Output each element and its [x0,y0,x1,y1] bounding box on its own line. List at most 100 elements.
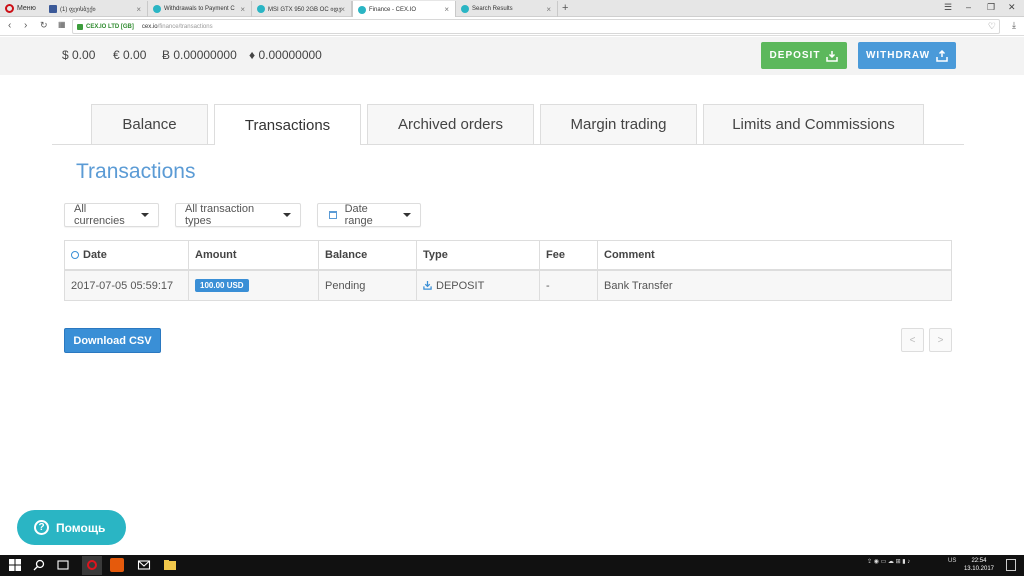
browser-tab[interactable]: MSI GTX 950 2GB OC იდე × [252,1,352,17]
help-button[interactable]: ? Помощь [17,510,126,545]
withdraw-button[interactable]: WITHDRAW [858,42,956,69]
app-icon[interactable] [110,558,124,572]
certificate-label: CEX.IO LTD [GB] [86,23,134,30]
tab-balance[interactable]: Balance [91,104,208,144]
tray-icons[interactable]: ⇪ ◉ ▭ ☁ ⊞ ▮ ♪ [867,558,910,565]
sort-clock-icon [71,251,79,259]
upload-tray-icon [936,49,948,62]
reload-icon[interactable]: ↻ [40,20,48,31]
facebook-icon [49,5,57,13]
cell-comment: Bank Transfer [604,279,673,292]
tabs-divider [52,144,964,145]
new-tab-icon[interactable]: + [562,1,568,15]
browser-tab[interactable]: Withdrawals to Payment C × [148,1,252,17]
tab-transactions[interactable]: Transactions [214,104,361,145]
windows-start-icon[interactable] [8,558,22,572]
minimize-icon[interactable]: – [966,2,971,12]
type-filter-dropdown[interactable]: All transaction types [175,203,301,227]
tab-label: Withdrawals to Payment C [164,6,235,12]
tab-menu-icon[interactable]: ☰ [944,2,952,13]
close-tab-icon[interactable]: × [340,5,345,14]
speed-dial-icon[interactable]: ▦ [58,20,66,29]
eur-balance: € 0.00 [113,48,147,62]
question-icon: ? [34,520,49,535]
cell-type: DEPOSIT [417,271,540,300]
caret-down-icon [141,213,149,217]
close-window-icon[interactable]: ✕ [1008,2,1016,13]
date-range-filter[interactable]: Date range [317,203,421,227]
tab-limits-commissions[interactable]: Limits and Commissions [703,104,924,144]
downloads-icon[interactable]: ⤓ [1012,20,1016,31]
url-path: /finance/transactions [157,23,213,30]
file-explorer-icon[interactable] [163,558,177,572]
header-amount: Amount [189,241,319,269]
transactions-table: Date Amount Balance Type Fee Comment 201… [64,240,952,301]
opera-menu-button[interactable]: Меню [0,0,44,17]
bookmark-heart-icon[interactable]: ♡ [988,21,996,32]
pagination-next-button[interactable]: > [929,328,952,352]
tab-label: MSI GTX 950 2GB OC იდე [268,6,342,13]
windows-taskbar: ⇪ ◉ ▭ ☁ ⊞ ▮ ♪ US 22:54 13.10.2017 [0,555,1024,576]
browser-tab[interactable]: Search Results × [456,1,558,17]
close-tab-icon[interactable]: × [444,5,449,14]
help-label: Помощь [56,520,106,535]
calendar-icon [329,211,337,219]
caret-down-icon [403,213,411,217]
type-label: DEPOSIT [436,279,485,292]
browser-tab-active[interactable]: Finance - CEX.IO × [352,1,456,18]
header-date[interactable]: Date [65,241,189,269]
close-tab-icon[interactable]: × [546,5,551,14]
cexio-favicon-icon [153,5,161,13]
keyboard-language[interactable]: US [948,558,956,564]
table-row: 2017-07-05 05:59:17 100.00 USD Pending D… [65,271,951,300]
deposit-download-icon [423,281,432,290]
maximize-icon[interactable]: ❐ [987,2,995,13]
download-csv-button[interactable]: Download CSV [64,328,161,353]
type-filter-label: All transaction types [185,203,255,227]
currency-filter-label: All currencies [74,203,125,227]
cexio-favicon-icon [461,5,469,13]
system-clock[interactable]: 22:54 13.10.2017 [964,557,994,573]
browser-tab[interactable]: (1) ფეისბუქი × [44,1,148,17]
currency-filter-dropdown[interactable]: All currencies [64,203,159,227]
table-header-row: Date Amount Balance Type Fee Comment [65,241,951,271]
header-type: Type [417,241,540,269]
cell-date: 2017-07-05 05:59:17 [65,271,189,300]
clock-time: 22:54 [971,558,987,564]
tab-label: (1) ფეისბუქი [60,6,96,13]
menu-label: Меню [17,5,36,12]
close-tab-icon[interactable]: × [136,5,141,14]
task-view-icon[interactable] [56,558,70,572]
withdraw-label: WITHDRAW [865,50,931,61]
url-host: cex.io [141,23,158,30]
opera-icon [87,560,97,570]
notifications-icon[interactable] [1006,559,1016,571]
tab-label: Search Results [472,6,513,12]
clock-date: 13.10.2017 [963,566,994,572]
close-tab-icon[interactable]: × [240,5,245,14]
forward-icon[interactable]: › [24,20,27,31]
opera-taskbar-button[interactable] [82,556,102,575]
mail-icon[interactable] [137,558,151,572]
eth-balance: ♦ 0.00000000 [249,48,322,62]
pagination-prev-button[interactable]: < [901,328,924,352]
url-input[interactable]: CEX.IO LTD [GB] cex.io /finance/transact… [72,19,1000,34]
address-bar: ‹ › ↻ ▦ CEX.IO LTD [GB] cex.io /finance/… [0,17,1024,36]
search-icon[interactable] [32,558,46,572]
back-icon[interactable]: ‹ [8,20,11,31]
deposit-button[interactable]: DEPOSIT [761,42,847,69]
date-filter-label: Date range [344,203,373,227]
browser-tab-bar: Меню (1) ფეისბუქი × Withdrawals to Payme… [0,0,1024,18]
deposit-label: DEPOSIT [769,50,821,61]
cexio-favicon-icon [257,5,265,13]
cell-balance: Pending [319,271,417,300]
cexio-favicon-icon [358,5,366,14]
btc-balance: Ƀ 0.00000000 [162,48,237,62]
tab-archived-orders[interactable]: Archived orders [367,104,534,144]
header-date-label: Date [83,249,107,261]
header-comment: Comment [604,249,655,261]
tab-margin-trading[interactable]: Margin trading [540,104,697,144]
download-tray-icon [826,50,839,62]
caret-down-icon [283,213,291,217]
usd-balance: $ 0.00 [62,48,96,62]
